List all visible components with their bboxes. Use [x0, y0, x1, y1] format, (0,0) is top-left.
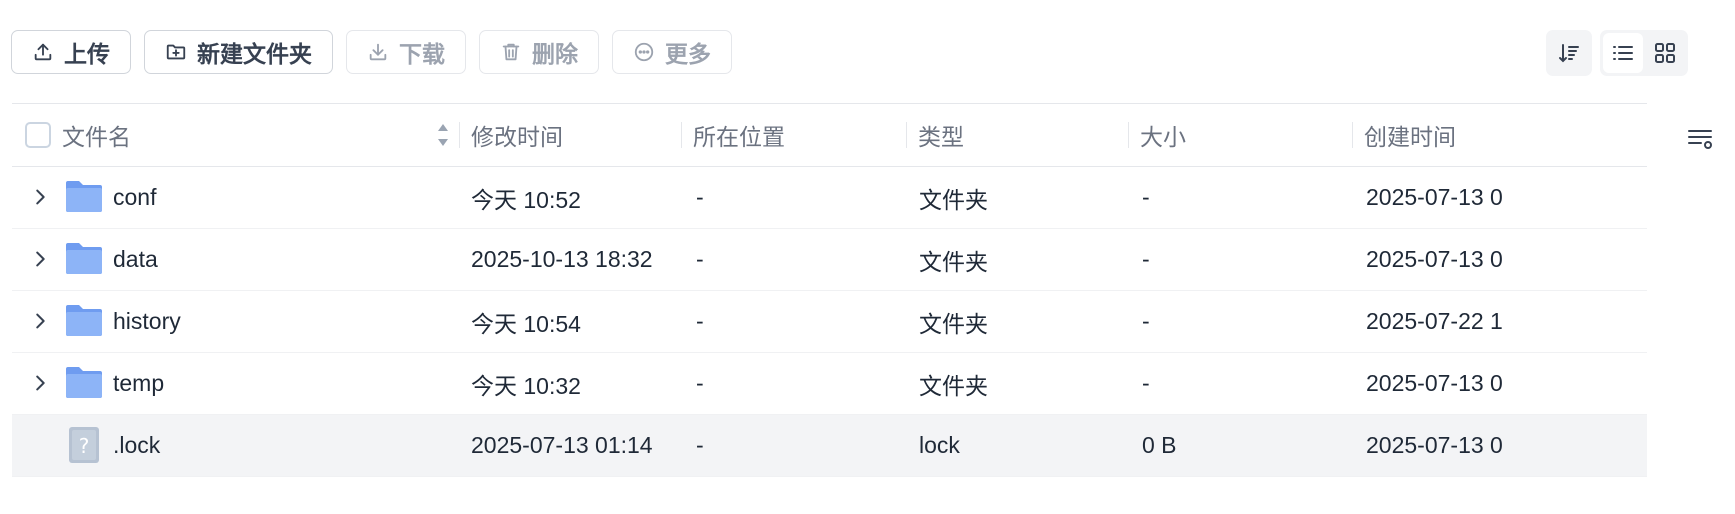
download-button[interactable]: 下载 — [346, 30, 466, 74]
file-table: 文件名 修改时间 所在位置 类型 大小 创建时间 conf 今天 10:52 -… — [12, 103, 1647, 477]
sort-icon — [1559, 44, 1579, 63]
modified-time: 今天 10:54 — [471, 310, 581, 337]
modified-time: 2025-10-13 18:32 — [471, 246, 653, 272]
file-size: - — [1142, 308, 1150, 334]
location: - — [696, 184, 704, 210]
folder-icon — [66, 305, 102, 336]
file-size: - — [1142, 246, 1150, 272]
table-header: 文件名 修改时间 所在位置 类型 大小 创建时间 — [12, 103, 1647, 167]
folder-icon — [66, 181, 102, 212]
column-header-type[interactable]: 类型 — [906, 104, 964, 166]
created-time: 2025-07-13 0 — [1366, 432, 1503, 458]
file-type: 文件夹 — [919, 372, 988, 399]
created-time: 2025-07-13 0 — [1366, 184, 1503, 210]
toolbar: 上传 新建文件夹 下载 删除 更多 — [11, 30, 732, 74]
table-row[interactable]: ? .lock 2025-07-13 01:14 - lock 0 B 2025… — [12, 415, 1647, 477]
created-time: 2025-07-13 0 — [1366, 370, 1503, 396]
location: - — [696, 246, 704, 272]
file-type: 文件夹 — [919, 248, 988, 275]
table-row[interactable]: temp 今天 10:32 - 文件夹 - 2025-07-13 0 — [12, 353, 1647, 415]
delete-button[interactable]: 删除 — [479, 30, 599, 74]
view-tools — [1546, 30, 1688, 76]
file-size: - — [1142, 370, 1150, 396]
file-name[interactable]: .lock — [113, 415, 160, 476]
column-settings-icon[interactable] — [1685, 123, 1715, 153]
download-icon — [369, 43, 387, 61]
table-row[interactable]: history 今天 10:54 - 文件夹 - 2025-07-22 1 — [12, 291, 1647, 353]
column-header-label: 修改时间 — [471, 124, 563, 150]
location: - — [696, 308, 704, 334]
sort-button[interactable] — [1546, 30, 1592, 76]
new-folder-button[interactable]: 新建文件夹 — [144, 30, 333, 74]
modified-time: 2025-07-13 01:14 — [471, 432, 653, 458]
chevron-right-icon[interactable] — [29, 186, 51, 208]
upload-button[interactable]: 上传 — [11, 30, 131, 74]
folder-icon — [66, 243, 102, 274]
download-label: 下载 — [399, 41, 445, 67]
table-row[interactable]: conf 今天 10:52 - 文件夹 - 2025-07-13 0 — [12, 167, 1647, 229]
more-button[interactable]: 更多 — [612, 30, 732, 74]
file-name[interactable]: temp — [113, 353, 164, 414]
more-circle-icon — [634, 42, 654, 62]
upload-icon — [34, 43, 52, 61]
column-header-location[interactable]: 所在位置 — [681, 104, 785, 166]
folder-plus-icon — [166, 44, 186, 60]
column-header-label: 文件名 — [62, 124, 131, 150]
view-toggle — [1600, 30, 1688, 76]
list-view-icon — [1613, 46, 1633, 60]
folder-icon — [66, 367, 102, 398]
file-name[interactable]: history — [113, 291, 181, 352]
file-name[interactable]: data — [113, 229, 158, 290]
file-size: - — [1142, 184, 1150, 210]
file-name[interactable]: conf — [113, 167, 156, 228]
file-type: 文件夹 — [919, 310, 988, 337]
upload-label: 上传 — [64, 41, 110, 67]
table-row[interactable]: data 2025-10-13 18:32 - 文件夹 - 2025-07-13… — [12, 229, 1647, 291]
chevron-right-icon[interactable] — [29, 248, 51, 270]
column-header-label: 类型 — [918, 124, 964, 150]
trash-icon — [502, 43, 520, 61]
created-time: 2025-07-22 1 — [1366, 308, 1503, 334]
column-header-label: 所在位置 — [693, 124, 785, 150]
chevron-right-icon[interactable] — [29, 310, 51, 332]
file-size: 0 B — [1142, 432, 1177, 458]
chevron-right-icon[interactable] — [29, 372, 51, 394]
location: - — [696, 370, 704, 396]
file-type: 文件夹 — [919, 186, 988, 213]
column-header-modified[interactable]: 修改时间 — [459, 104, 563, 166]
location: - — [696, 432, 704, 458]
modified-time: 今天 10:52 — [471, 186, 581, 213]
column-header-created[interactable]: 创建时间 — [1352, 104, 1456, 166]
sort-arrows-icon[interactable] — [436, 120, 450, 150]
svg-text:?: ? — [79, 434, 90, 458]
unknown-file-icon: ? — [69, 427, 99, 463]
column-header-label: 创建时间 — [1364, 124, 1456, 150]
more-label: 更多 — [665, 41, 711, 67]
list-view-button[interactable] — [1603, 33, 1643, 73]
grid-view-button[interactable] — [1645, 33, 1685, 73]
column-header-name[interactable]: 文件名 — [62, 104, 452, 166]
file-type: lock — [919, 432, 960, 458]
column-header-size[interactable]: 大小 — [1128, 104, 1186, 166]
new-folder-label: 新建文件夹 — [197, 41, 312, 67]
select-all-checkbox[interactable] — [25, 122, 51, 148]
grid-view-icon — [1655, 43, 1675, 63]
column-header-label: 大小 — [1140, 124, 1186, 150]
created-time: 2025-07-13 0 — [1366, 246, 1503, 272]
delete-label: 删除 — [532, 41, 578, 67]
modified-time: 今天 10:32 — [471, 372, 581, 399]
